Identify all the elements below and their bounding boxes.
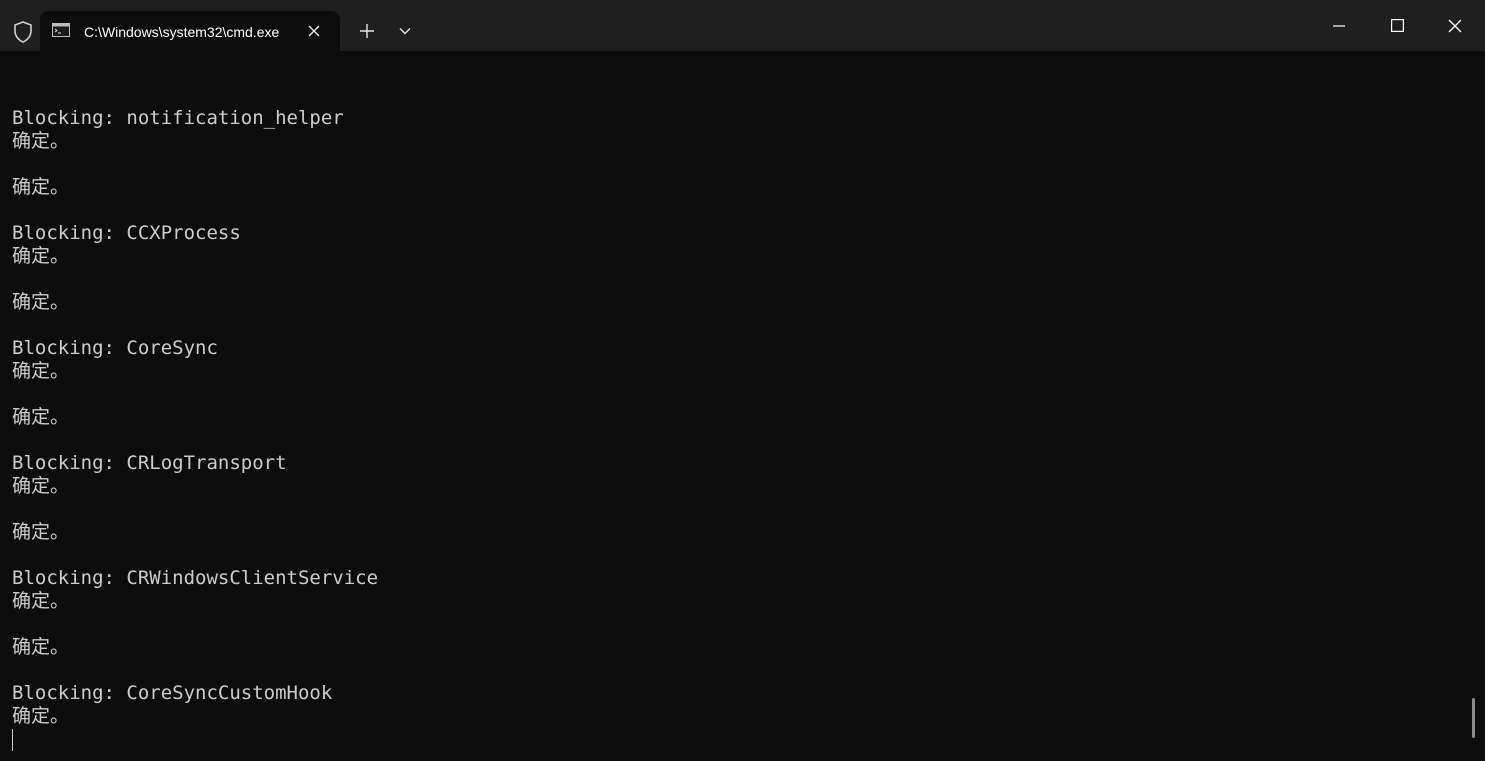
console-line: 确定。 [12, 291, 70, 313]
minimize-icon [1333, 24, 1345, 27]
console-line: Blocking: notification_helper [12, 107, 344, 129]
plus-icon [360, 24, 374, 38]
console-line: Blocking: CCXProcess [12, 222, 241, 244]
minimize-button[interactable] [1310, 0, 1368, 51]
console-line: 确定。 [12, 176, 70, 198]
console-line: Blocking: CRLogTransport [12, 452, 287, 474]
console-line: 确定。 [12, 590, 70, 612]
title-bar[interactable]: C:\Windows\system32\cmd.exe [0, 0, 1485, 51]
shield-icon [10, 19, 36, 45]
console-line: 确定。 [12, 406, 70, 428]
tab-dropdown-button[interactable] [392, 18, 418, 44]
console-lines: Blocking: notification_helper 确定。 确定。 Block… [12, 84, 1452, 728]
maximize-button[interactable] [1368, 0, 1426, 51]
console-line: 确定。 [12, 705, 70, 727]
console-line: Blocking: CoreSyncCustomHook [12, 682, 333, 704]
tab-title: C:\Windows\system32\cmd.exe [84, 24, 280, 40]
console-line: Blocking: CoreSync [12, 337, 218, 359]
text-cursor [12, 729, 13, 751]
console-line: 确定。 [12, 521, 70, 543]
console-line: Blocking: CRWindowsClientService [12, 567, 379, 589]
chevron-down-icon [399, 28, 411, 35]
close-window-button[interactable] [1426, 0, 1484, 51]
close-icon[interactable] [304, 21, 324, 41]
close-icon [1448, 19, 1462, 32]
console-line: 确定。 [12, 130, 70, 152]
console-line: 确定。 [12, 245, 70, 267]
terminal-window: C:\Windows\system32\cmd.exe Blocking: no… [0, 0, 1485, 761]
console-icon [52, 23, 70, 37]
console-line: 确定。 [12, 636, 70, 658]
console-output[interactable]: Blocking: notification_helper 确定。 确定。 Block… [0, 51, 1485, 761]
console-line: 确定。 [12, 475, 70, 497]
tab-cmd[interactable]: C:\Windows\system32\cmd.exe [40, 11, 340, 51]
scrollbar-thumb[interactable] [1472, 698, 1475, 738]
maximize-icon [1390, 19, 1404, 32]
console-line: 确定。 [12, 360, 70, 382]
new-tab-button[interactable] [354, 18, 380, 44]
